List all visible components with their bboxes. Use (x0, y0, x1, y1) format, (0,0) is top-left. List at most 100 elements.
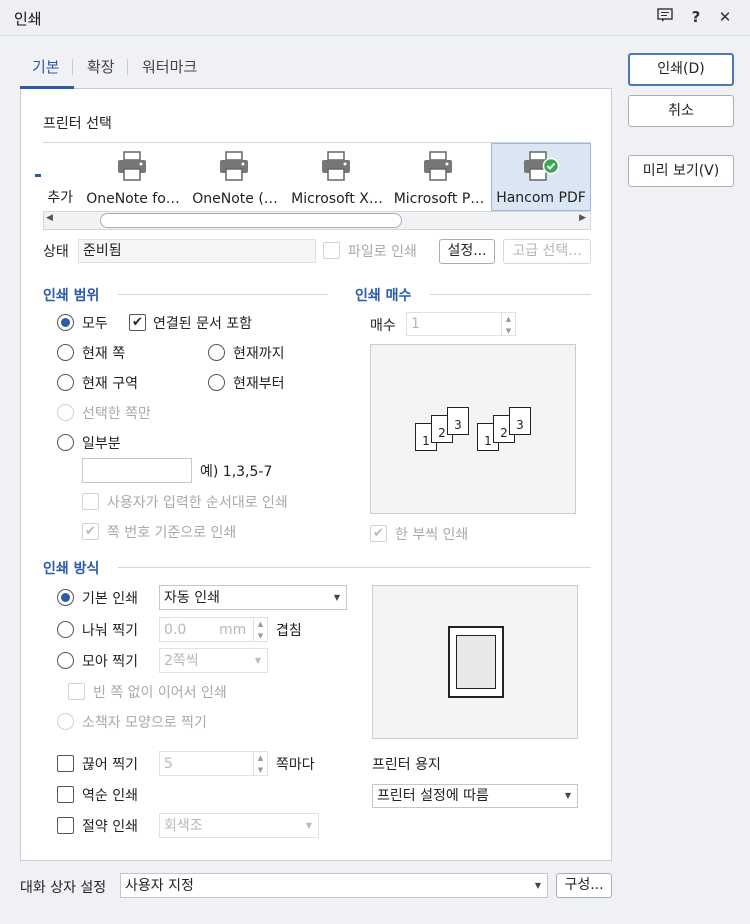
copies-title: 인쇄 매수 (355, 288, 412, 304)
settings-button[interactable]: 설정... (439, 239, 495, 264)
booklet-radio[interactable] (57, 713, 74, 730)
dialog-settings-dropdown[interactable]: 사용자 지정 ▼ (120, 873, 548, 898)
split-input[interactable]: 0.0 mm ▲ ▼ (159, 617, 268, 642)
advanced-button[interactable]: 고급 선택... (503, 239, 591, 264)
no-blank-checkbox[interactable] (68, 683, 85, 700)
print-to-file-label: 파일로 인쇄 (348, 244, 417, 260)
divider (118, 567, 591, 568)
paper-dropdown[interactable]: 프린터 설정에 따름 ▼ (372, 784, 578, 808)
economy-print-checkbox[interactable] (57, 817, 74, 834)
range-partial-radio[interactable] (57, 434, 74, 451)
add-printer-item[interactable]: 추가 (35, 143, 75, 211)
range-partial-label: 일부분 (82, 436, 121, 452)
copies-value: 1 (411, 316, 420, 332)
configure-button[interactable]: 구성... (556, 873, 612, 898)
paper-label: 프린터 용지 (372, 757, 441, 773)
range-current-page-label: 현재 쪽 (82, 346, 126, 362)
per-pages-label: 쪽마다 (276, 757, 315, 773)
printer-check-icon (524, 151, 560, 181)
printer-item[interactable]: OneNote fo… (83, 143, 183, 211)
paper-preview-page (448, 626, 504, 698)
collate-label: 한 부씩 인쇄 (395, 527, 469, 543)
printer-icon (118, 151, 146, 181)
printer-name: Hancom PDF (496, 190, 586, 206)
partial-pages-input[interactable] (82, 458, 192, 483)
scroll-left-icon[interactable]: ◀ (46, 213, 53, 223)
page-number-basis-label: 쪽 번호 기준으로 인쇄 (107, 525, 237, 541)
tab-extended[interactable]: 확장 (87, 56, 115, 77)
collate-checkbox[interactable]: ✔ (370, 525, 387, 542)
range-all-radio[interactable] (57, 314, 74, 331)
collect-print-label: 모아 찍기 (82, 654, 138, 670)
partial-example-text: 예) 1,3,5-7 (200, 464, 273, 480)
paper-value: 프린터 설정에 따름 (377, 788, 489, 804)
economy-print-label: 절약 인쇄 (82, 819, 138, 835)
range-until-current-radio[interactable] (208, 344, 225, 361)
cut-input[interactable]: 5 ▲ ▼ (159, 751, 268, 776)
cut-print-checkbox[interactable] (57, 755, 74, 772)
cut-spinner[interactable]: ▲ ▼ (253, 752, 267, 775)
cut-value: 5 (164, 756, 173, 772)
help-icon[interactable]: ? (685, 6, 707, 28)
include-linked-checkbox[interactable]: ✔ (129, 314, 146, 331)
printer-name: Microsoft P… (393, 191, 485, 207)
economy-dropdown[interactable]: 회색조 ▼ (159, 813, 319, 838)
window-title: 인쇄 (14, 10, 42, 28)
printer-name: Microsoft X… (291, 191, 383, 207)
print-method-title: 인쇄 방식 (43, 561, 100, 577)
user-order-checkbox[interactable] (82, 493, 99, 510)
dialog-settings-label: 대화 상자 설정 (20, 880, 107, 896)
range-from-current-radio[interactable] (208, 374, 225, 391)
scroll-right-icon[interactable]: ▶ (579, 213, 586, 223)
range-selected-radio[interactable] (57, 404, 74, 421)
basic-print-radio[interactable] (57, 589, 74, 606)
tab-divider (127, 59, 128, 75)
split-spinner[interactable]: ▲ ▼ (253, 618, 267, 641)
chevron-down-icon: ▼ (305, 821, 312, 830)
range-current-page-radio[interactable] (57, 344, 74, 361)
split-print-radio[interactable] (57, 621, 74, 638)
printer-name: OneNote (… (192, 191, 278, 207)
collect-dropdown[interactable]: 2쪽씩 ▼ (159, 648, 268, 673)
collect-print-radio[interactable] (57, 652, 74, 669)
printer-item[interactable]: Microsoft X… (287, 143, 387, 211)
printer-item-selected[interactable]: Hancom PDF (491, 143, 591, 211)
chevron-down-icon: ▼ (564, 791, 571, 800)
comment-icon[interactable] (654, 6, 676, 28)
print-to-file-checkbox[interactable] (323, 242, 340, 259)
basic-print-dropdown[interactable]: 자동 인쇄 ▼ (159, 585, 347, 610)
preview-button[interactable]: 미리 보기(V) (628, 155, 734, 187)
divider (118, 294, 328, 295)
tab-watermark[interactable]: 워터마크 (142, 56, 197, 77)
printer-item[interactable]: OneNote (… (185, 143, 285, 211)
tab-divider (72, 59, 73, 75)
close-icon[interactable]: ✕ (714, 6, 736, 28)
cancel-button[interactable]: 취소 (628, 95, 734, 127)
collect-value: 2쪽씩 (164, 653, 199, 669)
chevron-down-icon: ▼ (333, 593, 340, 602)
reverse-print-checkbox[interactable] (57, 786, 74, 803)
print-range-title: 인쇄 범위 (43, 288, 100, 304)
split-print-label: 나눠 찍기 (82, 623, 138, 639)
scroll-thumb[interactable] (100, 213, 402, 228)
copies-spinner[interactable]: ▲ ▼ (501, 313, 515, 335)
economy-value: 회색조 (164, 818, 203, 834)
print-button[interactable]: 인쇄(D) (628, 53, 734, 86)
no-blank-label: 빈 쪽 없이 이어서 인쇄 (93, 685, 227, 701)
copies-input[interactable]: 1 ▲ ▼ (406, 312, 516, 336)
chevron-down-icon: ▼ (254, 656, 261, 665)
basic-print-label: 기본 인쇄 (82, 591, 138, 607)
include-linked-label: 연결된 문서 포함 (153, 316, 253, 332)
printer-item[interactable]: Microsoft P… (389, 143, 489, 211)
copies-label: 매수 (370, 318, 396, 334)
printer-list-scrollbar[interactable]: ◀ ▶ (43, 211, 591, 230)
collate-page: 3 (509, 407, 531, 435)
tab-basic[interactable]: 기본 (32, 56, 60, 77)
printer-list: 추가 OneNote fo… OneNote (… Microsoft X… M… (35, 142, 591, 211)
page-number-basis-checkbox[interactable]: ✔ (82, 523, 99, 540)
title-bar (0, 0, 750, 36)
range-until-current-label: 현재까지 (233, 346, 285, 362)
range-current-section-radio[interactable] (57, 374, 74, 391)
basic-print-value: 자동 인쇄 (164, 590, 220, 606)
split-value: 0.0 (164, 622, 187, 638)
